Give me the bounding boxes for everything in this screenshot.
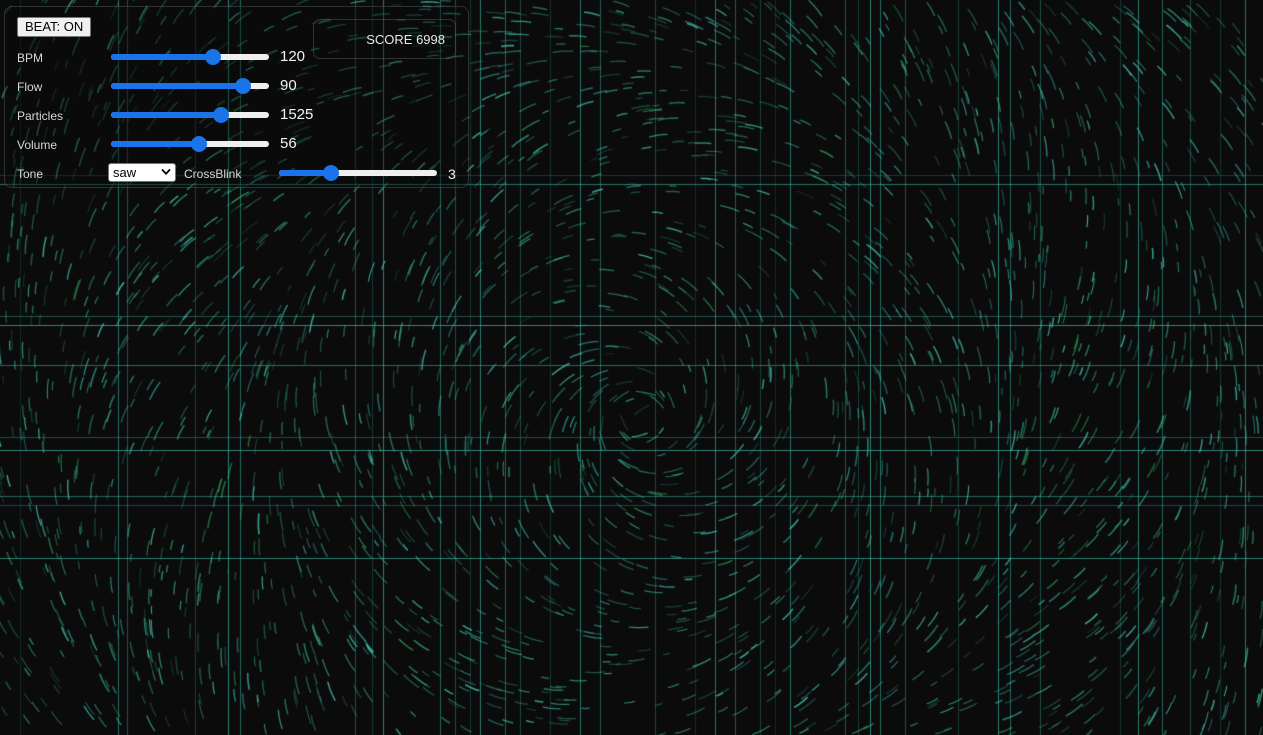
flow-slider-thumb[interactable] xyxy=(234,78,251,94)
flow-value: 90 xyxy=(280,77,297,94)
particles-slider[interactable] xyxy=(111,107,269,123)
bpm-label: BPM xyxy=(17,51,44,65)
crossblink-slider-thumb[interactable] xyxy=(323,165,340,181)
tone-label: Tone xyxy=(17,167,44,181)
flow-label: Flow xyxy=(17,80,43,94)
bpm-slider-fill xyxy=(111,54,213,60)
tone-select-value: saw xyxy=(113,165,137,180)
visualizer-stage[interactable]: BEAT: ON BPM 120 Flow 90 Particles 1525 … xyxy=(0,0,1263,735)
flow-slider[interactable] xyxy=(111,78,269,94)
control-panel: BEAT: ON BPM 120 Flow 90 Particles 1525 … xyxy=(4,6,469,188)
crossblink-value: 3 xyxy=(448,166,456,182)
crossblink-label: CrossBlink xyxy=(184,167,242,181)
particles-slider-thumb[interactable] xyxy=(213,107,230,123)
volume-slider-fill xyxy=(111,141,199,147)
bpm-value: 120 xyxy=(280,48,306,65)
volume-label: Volume xyxy=(17,138,58,152)
particles-value: 1525 xyxy=(280,106,314,123)
score-display: SCORE 6998 xyxy=(313,19,456,59)
volume-slider-thumb[interactable] xyxy=(190,136,207,152)
volume-value: 56 xyxy=(280,135,297,152)
beat-toggle-button[interactable]: BEAT: ON xyxy=(17,17,92,37)
bpm-slider-thumb[interactable] xyxy=(204,49,221,65)
flow-slider-fill xyxy=(111,83,243,89)
volume-slider[interactable] xyxy=(111,136,269,152)
crossblink-slider[interactable] xyxy=(279,165,437,181)
tone-select[interactable]: saw xyxy=(108,163,176,182)
chevron-down-icon xyxy=(161,169,171,175)
particles-slider-fill xyxy=(111,112,222,118)
particles-label: Particles xyxy=(17,109,64,123)
bpm-slider[interactable] xyxy=(111,49,269,65)
score-text: SCORE 6998 xyxy=(366,32,445,47)
